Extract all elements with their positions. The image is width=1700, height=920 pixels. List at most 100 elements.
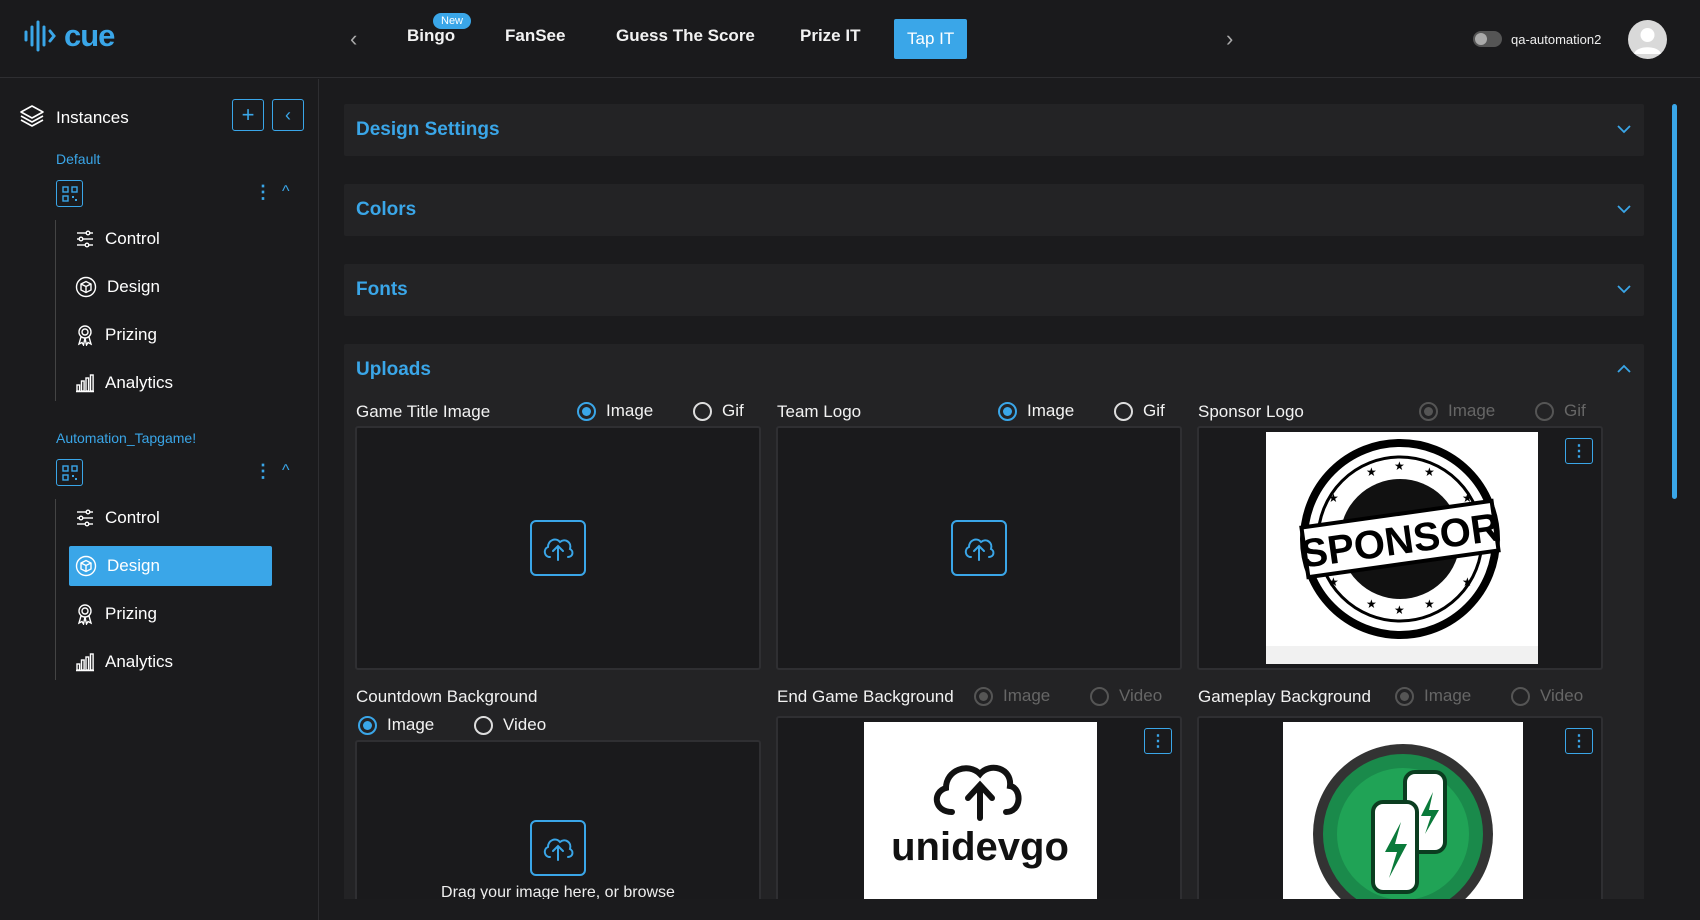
tab-guess-the-score[interactable]: Guess The Score xyxy=(616,26,755,46)
sidebar-item-control[interactable]: Control xyxy=(69,498,272,538)
team-logo-label: Team Logo xyxy=(777,402,862,421)
radio-label: Image xyxy=(1003,686,1051,705)
image-options-menu[interactable]: ⋮ xyxy=(1144,728,1172,754)
gameplay-preview[interactable]: ⋮ xyxy=(1197,716,1603,899)
layers-icon xyxy=(20,105,44,127)
chevron-down-icon[interactable] xyxy=(1616,124,1632,134)
instance-name-default[interactable]: Default xyxy=(56,151,100,167)
sponsor-logo-preview[interactable]: SPONSOR ★ ★ ★ ★ ★ ★ ★ ★ ★ ★ ⋮ xyxy=(1197,426,1603,670)
sidebar-item-label: Design xyxy=(107,556,160,575)
main-content: Design Settings Colors Fonts Uploads Gam… xyxy=(320,79,1700,899)
chevron-down-icon[interactable] xyxy=(1616,284,1632,294)
gameplay-radio-image[interactable]: Image xyxy=(1395,686,1471,706)
section-colors[interactable]: Colors xyxy=(344,184,1644,236)
radio-label: Image xyxy=(606,401,654,420)
sidebar-item-prizing[interactable]: Prizing xyxy=(69,594,272,634)
image-options-menu[interactable]: ⋮ xyxy=(1565,438,1593,464)
upload-button[interactable] xyxy=(951,520,1007,576)
gameplay-image xyxy=(1283,722,1523,899)
section-title: Colors xyxy=(356,199,417,220)
sponsor-logo-radio-image[interactable]: Image xyxy=(1419,401,1495,421)
end-game-radio-image[interactable]: Image xyxy=(974,686,1050,706)
radio-label: Gif xyxy=(722,401,744,420)
cloud-upload-icon xyxy=(543,538,574,561)
gameplay-radio-video[interactable]: Video xyxy=(1511,686,1583,706)
menu-divider xyxy=(55,499,56,680)
chevron-up-icon[interactable]: ^ xyxy=(282,183,290,201)
tab-prize-it[interactable]: Prize IT xyxy=(800,26,860,46)
chevron-down-icon[interactable] xyxy=(1616,204,1632,214)
qr-button[interactable] xyxy=(56,180,83,207)
sidebar-item-control[interactable]: Control xyxy=(69,219,272,259)
radio-label: Gif xyxy=(1143,401,1165,420)
countdown-radio-video[interactable]: Video xyxy=(474,715,546,735)
avatar[interactable] xyxy=(1628,20,1667,59)
collapse-sidebar-button[interactable]: ‹ xyxy=(272,99,304,131)
svg-text:★: ★ xyxy=(1366,465,1377,479)
radio-label: Video xyxy=(503,715,547,734)
chevron-up-icon[interactable]: ^ xyxy=(282,462,290,480)
section-design-settings[interactable]: Design Settings xyxy=(344,104,1644,156)
instance-name-automation[interactable]: Automation_Tapgame! xyxy=(56,430,196,446)
instance-menu-icon[interactable]: ⋮ xyxy=(254,462,272,480)
sidebar-item-analytics[interactable]: Analytics xyxy=(69,363,272,403)
cloud-upload-icon xyxy=(964,538,995,561)
team-logo-radio-gif[interactable]: Gif xyxy=(1114,401,1165,421)
username: qa-automation2 xyxy=(1511,32,1602,47)
svg-text:★: ★ xyxy=(1394,459,1405,473)
cue-logo[interactable]: cue xyxy=(22,18,115,54)
sponsor-logo-radio-gif[interactable]: Gif xyxy=(1535,401,1586,421)
sidebar-item-analytics[interactable]: Analytics xyxy=(69,642,272,682)
radio-label: Image xyxy=(1448,401,1496,420)
nav-next-icon[interactable]: › xyxy=(1226,26,1233,52)
gameplay-background-label: Gameplay Background xyxy=(1198,687,1371,706)
theme-toggle[interactable] xyxy=(1473,31,1502,47)
svg-text:unidevgo: unidevgo xyxy=(891,825,1069,869)
upload-button[interactable] xyxy=(530,520,586,576)
countdown-radio-image[interactable]: Image xyxy=(358,715,434,735)
sidebar-item-prizing[interactable]: Prizing xyxy=(69,315,272,355)
game-title-radio-gif[interactable]: Gif xyxy=(693,401,744,421)
game-title-image-label: Game Title Image xyxy=(356,402,491,421)
sidebar-item-design[interactable]: Design xyxy=(69,267,272,307)
section-title: Fonts xyxy=(356,279,408,300)
svg-text:★: ★ xyxy=(1424,465,1435,479)
game-title-radio-image[interactable]: Image xyxy=(577,401,653,421)
sponsor-logo-label: Sponsor Logo xyxy=(1198,402,1304,421)
countdown-background-label: Countdown Background xyxy=(356,687,538,706)
end-game-preview[interactable]: unidevgo ⋮ xyxy=(776,716,1182,899)
countdown-dropzone[interactable]: Drag your image here, or browse xyxy=(355,740,761,899)
sidebar-item-label: Analytics xyxy=(105,373,174,392)
qr-button[interactable] xyxy=(56,459,83,486)
section-title[interactable]: Uploads xyxy=(356,359,431,381)
scrollbar[interactable] xyxy=(1672,104,1677,499)
radio-label: Image xyxy=(1424,686,1472,705)
nav-prev-icon[interactable]: ‹ xyxy=(350,26,357,52)
sidebar-title: Instances xyxy=(56,108,129,127)
sidebar-item-label: Prizing xyxy=(105,325,157,344)
section-title: Design Settings xyxy=(356,119,500,140)
top-bar: cue ‹ New Bingo FanSee Guess The Score P… xyxy=(0,0,1700,78)
radio-label: Gif xyxy=(1564,401,1586,420)
image-options-menu[interactable]: ⋮ xyxy=(1565,728,1593,754)
radio-label: Video xyxy=(1119,686,1163,705)
qr-code-icon xyxy=(61,464,78,481)
end-game-radio-video[interactable]: Video xyxy=(1090,686,1162,706)
radio-label: Video xyxy=(1540,686,1584,705)
tab-bingo[interactable]: Bingo xyxy=(407,26,455,46)
energy-drink-button-icon xyxy=(1313,744,1493,899)
chevron-up-icon[interactable] xyxy=(1616,364,1632,374)
svg-text:★: ★ xyxy=(1462,575,1473,589)
team-logo-dropzone[interactable] xyxy=(776,426,1182,670)
svg-text:★: ★ xyxy=(1328,575,1339,589)
upload-button[interactable] xyxy=(530,820,586,876)
team-logo-radio-image[interactable]: Image xyxy=(998,401,1074,421)
sidebar-item-design-active[interactable]: Design xyxy=(69,546,272,586)
instance-menu-icon[interactable]: ⋮ xyxy=(254,183,272,201)
game-title-dropzone[interactable] xyxy=(355,426,761,670)
sliders-icon xyxy=(77,230,93,248)
add-instance-button[interactable]: + xyxy=(232,99,264,131)
section-fonts[interactable]: Fonts xyxy=(344,264,1644,316)
tab-fansee[interactable]: FanSee xyxy=(505,26,565,46)
tab-tap-it[interactable]: Tap IT xyxy=(894,19,968,59)
